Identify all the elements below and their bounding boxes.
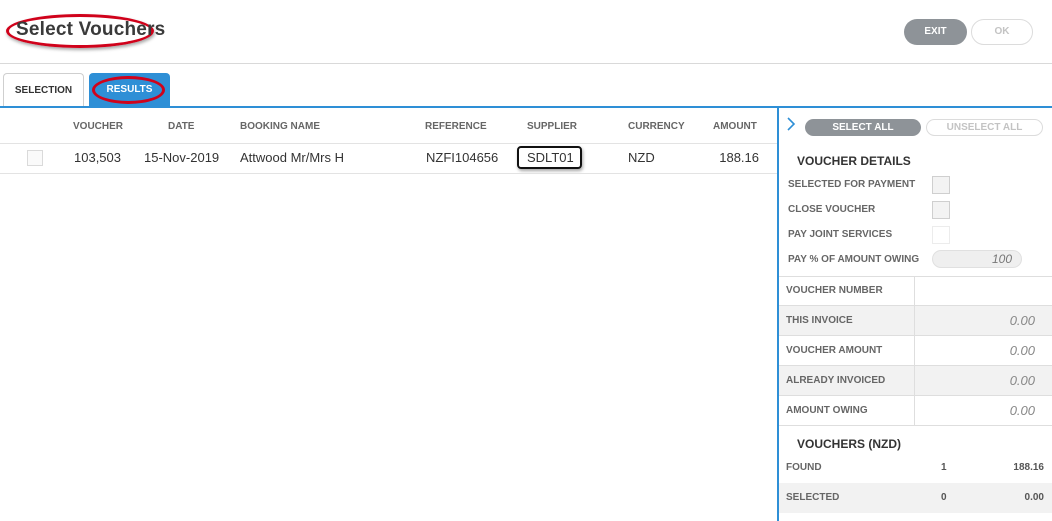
voucher-details-panel: SELECT ALL UNSELECT ALL VOUCHER DETAILS … [779,108,1052,521]
selected-for-payment-checkbox[interactable] [932,176,950,194]
cell-voucher: 103,503 [74,150,121,165]
cell-reference: NZFI104656 [426,150,499,165]
header-divider [0,143,777,144]
ok-button[interactable]: OK [971,19,1033,45]
close-voucher-label: CLOSE VOUCHER [788,204,876,215]
summary-amount: 0.00 [1024,492,1044,503]
pay-pct-input[interactable]: 100 [932,250,1022,268]
cell-date: 15-Nov-2019 [144,150,220,165]
detail-col-divider [914,306,915,336]
summary-label: SELECTED [786,492,840,503]
tab-selection[interactable]: SELECTION [3,73,84,106]
summary-row-found: FOUND 1 188.16 [779,453,1052,483]
col-header-amount[interactable]: AMOUNT [713,121,757,132]
unselect-all-button[interactable]: UNSELECT ALL [926,119,1043,136]
summary-count: 1 [941,462,947,473]
summary-row-selected: SELECTED 0 0.00 [779,483,1052,513]
detail-value: 0.00 [1009,373,1035,388]
col-header-supplier[interactable]: SUPPLIER [527,121,577,132]
close-voucher-checkbox[interactable] [932,201,950,219]
summary-amount: 188.16 [1013,462,1044,473]
summary-label: FOUND [786,462,822,473]
detail-row-voucher-number: VOUCHER NUMBER [779,276,1052,306]
detail-row-voucher-amount: VOUCHER AMOUNT 0.00 [779,336,1052,366]
detail-label: THIS INVOICE [786,315,853,326]
results-grid: VOUCHER DATE BOOKING NAME REFERENCE SUPP… [0,108,777,521]
col-header-currency[interactable]: CURRENCY [628,121,685,132]
detail-label: VOUCHER AMOUNT [786,345,883,356]
detail-col-divider [914,396,915,426]
summary-count: 0 [941,492,947,503]
pay-joint-services-label: PAY JOINT SERVICES [788,229,893,240]
detail-value: 0.00 [1009,343,1035,358]
selected-for-payment-label: SELECTED FOR PAYMENT [788,179,916,190]
detail-row-already-invoiced: ALREADY INVOICED 0.00 [779,366,1052,396]
col-header-voucher[interactable]: VOUCHER [73,121,123,132]
details-table: VOUCHER NUMBER THIS INVOICE 0.00 VOUCHER… [779,276,1052,426]
pay-pct-label: PAY % OF AMOUNT OWING [788,254,920,265]
detail-label: VOUCHER NUMBER [786,285,883,296]
col-header-booking-name[interactable]: BOOKING NAME [240,121,320,132]
voucher-details-title: VOUCHER DETAILS [797,154,911,168]
row-select-checkbox[interactable] [27,150,43,166]
detail-row-amount-owing: AMOUNT OWING 0.00 [779,396,1052,426]
col-header-date[interactable]: DATE [168,121,194,132]
tab-results[interactable]: RESULTS [89,73,170,106]
cell-amount: 188.16 [719,150,759,165]
col-header-reference[interactable]: REFERENCE [425,121,487,132]
chevron-right-icon[interactable] [786,117,796,131]
detail-col-divider [914,366,915,396]
cell-supplier: SDLT01 [527,150,574,165]
row-divider [0,173,777,174]
pay-joint-services-checkbox[interactable] [932,226,950,244]
detail-value: 0.00 [1009,313,1035,328]
vouchers-summary-title: VOUCHERS (NZD) [797,437,901,451]
detail-col-divider [914,336,915,366]
detail-col-divider [914,276,915,306]
cell-booking-name: Attwood Mr/Mrs H [240,150,345,165]
select-all-button[interactable]: SELECT ALL [805,119,921,136]
detail-value: 0.00 [1009,403,1035,418]
cell-currency: NZD [628,150,655,165]
dialog-header: Select Vouchers EXIT OK [0,0,1052,64]
exit-button[interactable]: EXIT [904,19,967,45]
detail-label: ALREADY INVOICED [786,375,886,386]
page-title: Select Vouchers [16,19,166,40]
detail-label: AMOUNT OWING [786,405,868,416]
detail-row-this-invoice: THIS INVOICE 0.00 [779,306,1052,336]
